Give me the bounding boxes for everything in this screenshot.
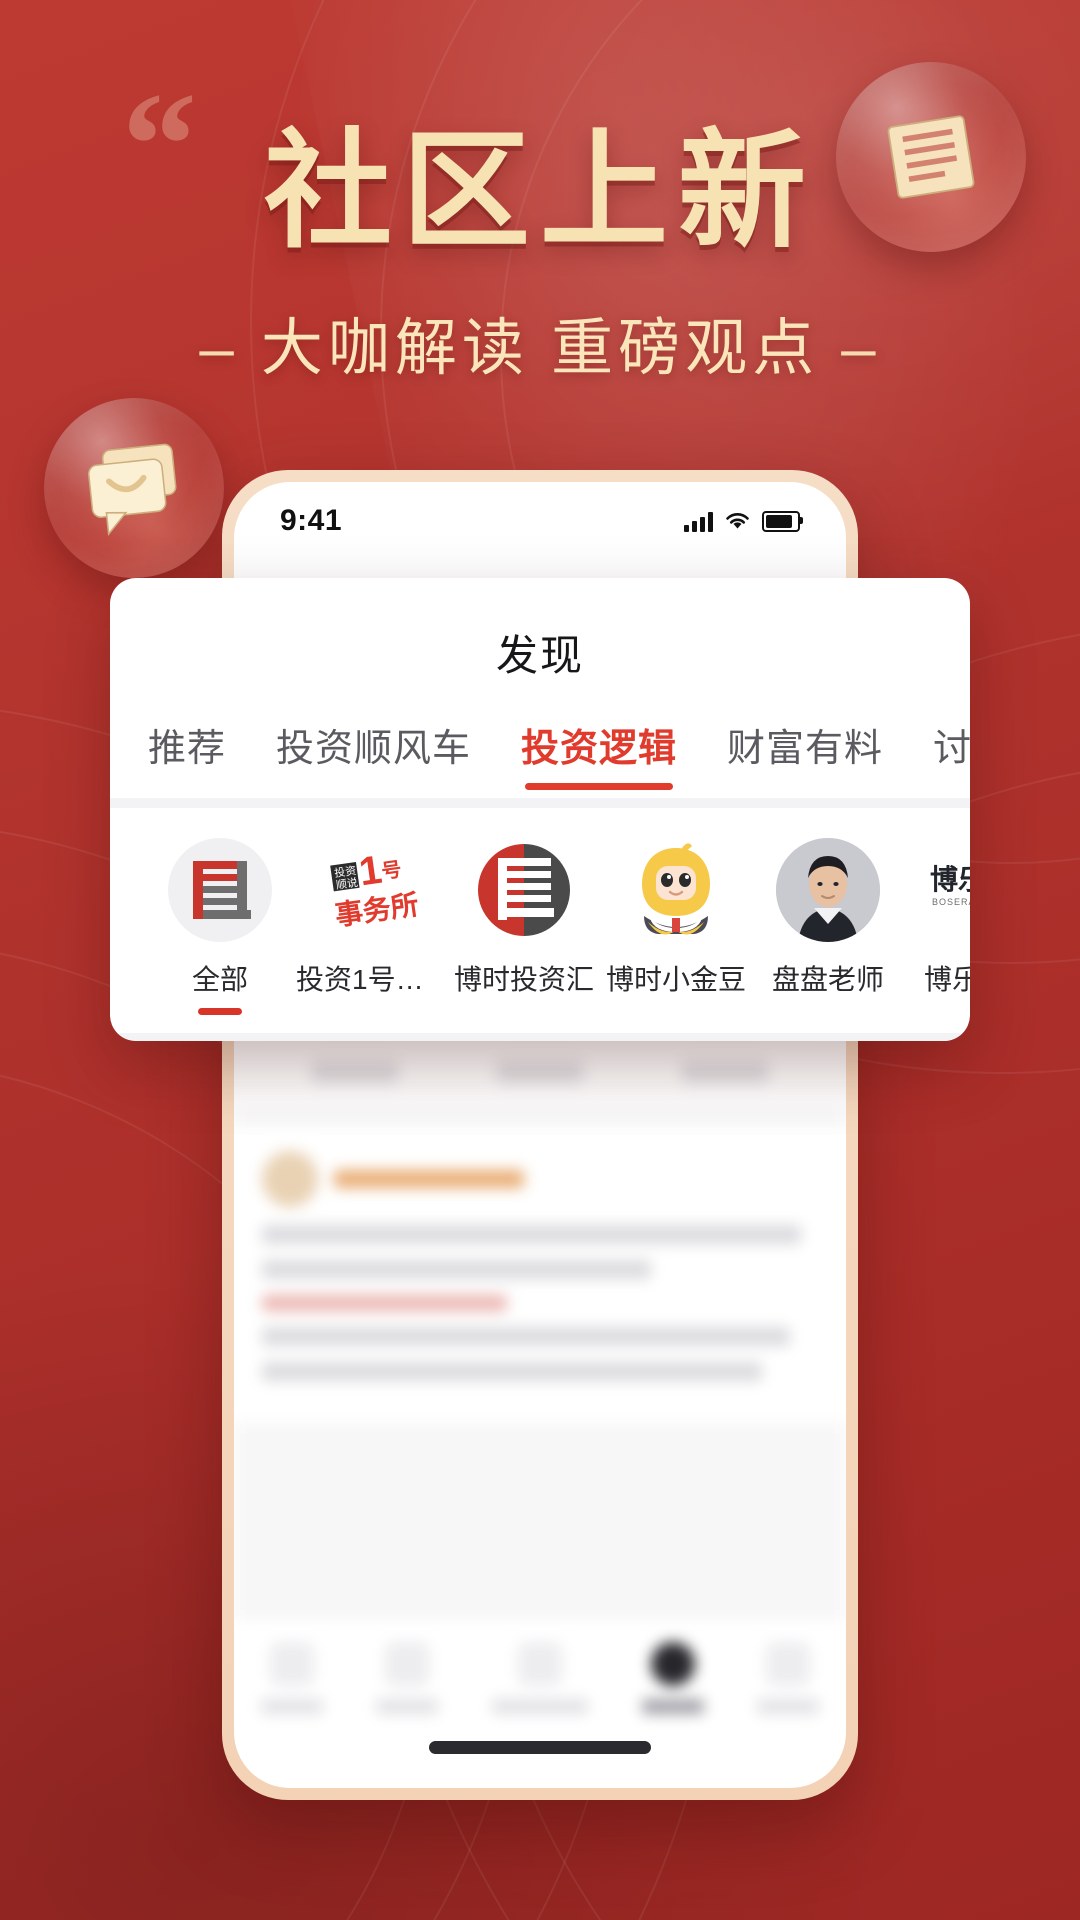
subtitle-dash-left: – xyxy=(199,314,239,383)
avatar: 投资 顺说 1 号 事务所 xyxy=(320,838,424,942)
home-indicator xyxy=(429,1741,651,1754)
tab-recommend[interactable]: 推荐 xyxy=(148,717,226,798)
publisher-name: 投资1号事… xyxy=(296,964,448,995)
avatar xyxy=(776,838,880,942)
tab-label: 讨论 xyxy=(933,728,970,770)
status-bar-time: 9:41 xyxy=(280,504,343,537)
feed-card xyxy=(234,1125,846,1423)
publisher-item-investment-no1[interactable]: 投资 顺说 1 号 事务所 投资1号事… xyxy=(296,838,448,1015)
publisher-item-xiaojindou[interactable]: 博时小金豆 xyxy=(600,838,752,1015)
tab-label: 投资逻辑 xyxy=(521,728,678,770)
chat-badge xyxy=(44,398,224,578)
status-bar: 9:41 xyxy=(234,482,846,560)
teacher-panpan-avatar xyxy=(776,838,880,942)
signal-bars-icon xyxy=(684,511,713,532)
panel-bottom-divider xyxy=(110,1033,970,1041)
avatar xyxy=(472,838,576,942)
publisher-name: 博乐智投 xyxy=(923,964,970,995)
mascot-xiaojindou-icon xyxy=(642,843,710,935)
bosera-invest-hub-icon xyxy=(478,844,570,936)
bottom-tab-bar xyxy=(234,1620,846,1788)
selected-indicator xyxy=(502,1008,546,1015)
discover-panel: 发现 推荐 投资顺风车 投资逻辑 财富有料 讨论 xyxy=(110,578,970,1041)
page-subtitle: – 大咖解读 重磅观点 – xyxy=(0,318,1080,380)
investment-no1-office-icon: 投资 顺说 1 号 事务所 xyxy=(330,848,421,931)
tab-wealth-insights[interactable]: 财富有料 xyxy=(727,717,883,798)
publisher-item-bosera-smart-invest[interactable]: 博乐 智 BOSERA SMART I 博乐智投 xyxy=(904,838,970,1015)
bosera-logo-icon xyxy=(193,861,251,919)
tab-label: 财富有料 xyxy=(727,728,884,770)
publisher-name: 全部 xyxy=(191,964,248,995)
document-icon xyxy=(887,115,975,199)
svg-text:事务所: 事务所 xyxy=(333,889,421,931)
publisher-filter-row[interactable]: 全部 投资 顺说 1 号 事务所 投资1号事… 博时投资汇 博时小金豆 盘盘老师… xyxy=(110,808,970,1033)
avatar: 博乐 智 BOSERA SMART I xyxy=(928,838,970,942)
promo-poster: “ 社区上新 – 大咖解读 重磅观点 – 9:41 发现 推荐 投资顺风车 投资… xyxy=(0,0,1080,1920)
battery-icon xyxy=(762,510,803,532)
selected-indicator xyxy=(654,1008,698,1015)
selected-indicator xyxy=(350,1008,394,1015)
subtitle-dash-right: – xyxy=(841,314,881,383)
publisher-item-teacher-panpan[interactable]: 盘盘老师 xyxy=(752,838,904,1015)
tab-investment-logic[interactable]: 投资逻辑 xyxy=(521,717,677,798)
chat-bubble-icon xyxy=(87,443,177,536)
svg-text:1: 1 xyxy=(356,848,384,895)
tab-label: 投资顺风车 xyxy=(276,728,472,770)
bosera-smart-invest-icon: 博乐 智 BOSERA SMART I xyxy=(930,864,970,907)
svg-text:博乐: 博乐 xyxy=(930,864,970,895)
tab-investment-carpool[interactable]: 投资顺风车 xyxy=(276,717,471,798)
wifi-icon xyxy=(726,513,749,529)
selected-indicator xyxy=(806,1008,850,1015)
document-badge xyxy=(836,62,1026,252)
publisher-name: 博时小金豆 xyxy=(605,964,746,995)
tab-label: 推荐 xyxy=(148,728,227,770)
subtitle-text: 大咖解读 重磅观点 xyxy=(260,314,820,383)
tab-discussion[interactable]: 讨论 xyxy=(933,717,970,798)
svg-text:号: 号 xyxy=(380,858,403,884)
publisher-name: 盘盘老师 xyxy=(771,964,884,995)
publisher-name: 博时投资汇 xyxy=(453,964,594,995)
svg-text:BOSERA SMART I: BOSERA SMART I xyxy=(932,897,970,907)
avatar xyxy=(168,838,272,942)
avatar xyxy=(624,838,728,942)
publisher-item-bosera-invest-hub[interactable]: 博时投资汇 xyxy=(448,838,600,1015)
discover-tab-bar[interactable]: 推荐 投资顺风车 投资逻辑 财富有料 讨论 xyxy=(110,717,970,798)
selected-indicator xyxy=(958,1008,970,1015)
selected-indicator xyxy=(198,1008,242,1015)
publisher-item-all[interactable]: 全部 xyxy=(144,838,296,1015)
discover-title: 发现 xyxy=(495,632,584,679)
section-divider xyxy=(110,798,970,808)
